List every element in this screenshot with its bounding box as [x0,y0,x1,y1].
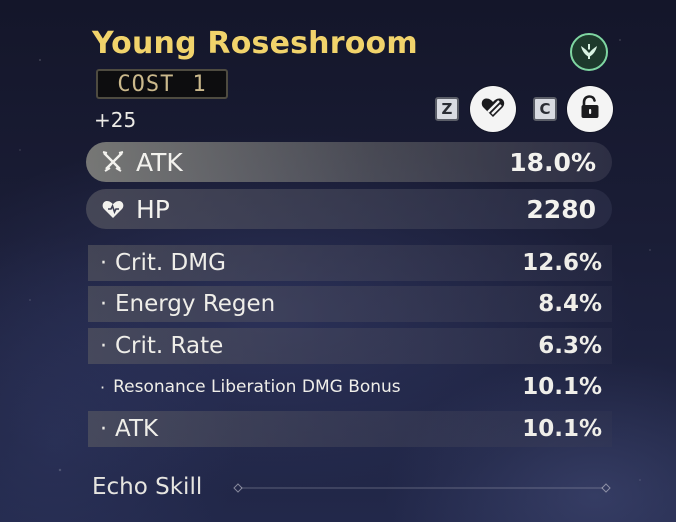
sub-stat-row: · Crit. DMG 12.6% [88,245,612,281]
discard-button[interactable] [470,86,516,132]
sub-stat-value: 8.4% [538,291,602,317]
section-divider [233,483,611,493]
section-label: Echo Skill [92,474,203,500]
heart-slash-icon [479,93,507,125]
bullet-dot-icon: · [100,291,107,317]
sub-stat-value: 12.6% [522,250,602,276]
cost-label: COST [117,71,175,97]
bullet-dot-icon: · [100,416,107,442]
main-stat-label: ATK [136,147,183,177]
sub-stat-value: 6.3% [538,333,602,359]
echo-detail-panel: Young Roseshroom COST 1 +25 Z C ATK 18.0… [0,0,676,522]
discard-hotkey: Z [435,97,459,121]
main-stat-value: 18.0% [509,147,596,177]
main-stat-value: 2280 [526,194,596,224]
echo-level: +25 [94,108,137,132]
sub-stat-row: · Crit. Rate 6.3% [88,328,612,364]
sub-stat-label: Resonance Liberation DMG Bonus [113,377,401,397]
sub-stat-label: Crit. DMG [115,250,226,276]
cost-value: 1 [192,71,207,97]
sub-stat-value: 10.1% [522,416,602,442]
main-stat-hp: HP 2280 [86,189,612,229]
sub-stat-label: Crit. Rate [115,333,224,359]
bullet-dot-icon: · [100,250,107,276]
sonata-wing-icon[interactable] [570,33,608,71]
bullet-dot-icon: · [100,333,107,359]
lock-button[interactable] [567,86,613,132]
sub-stat-row: · ATK 10.1% [88,411,612,447]
unlock-icon [577,94,603,124]
hp-heart-icon [100,196,126,222]
bullet-dot-icon: · [100,377,106,397]
lock-hotkey: C [533,97,557,121]
echo-skill-header: Echo Skill [92,474,202,500]
sub-stat-label: ATK [115,416,159,442]
sub-stat-row: · Energy Regen 8.4% [88,286,612,322]
sub-stat-label: Energy Regen [115,291,276,317]
echo-name: Young Roseshroom [92,26,418,61]
sub-stat-row: · Resonance Liberation DMG Bonus 10.1% [88,369,612,405]
main-stat-atk: ATK 18.0% [86,142,612,182]
cost-badge: COST 1 [96,69,228,99]
main-stat-label: HP [136,194,170,224]
atk-crossed-swords-icon [100,149,126,175]
sub-stat-value: 10.1% [522,374,602,400]
